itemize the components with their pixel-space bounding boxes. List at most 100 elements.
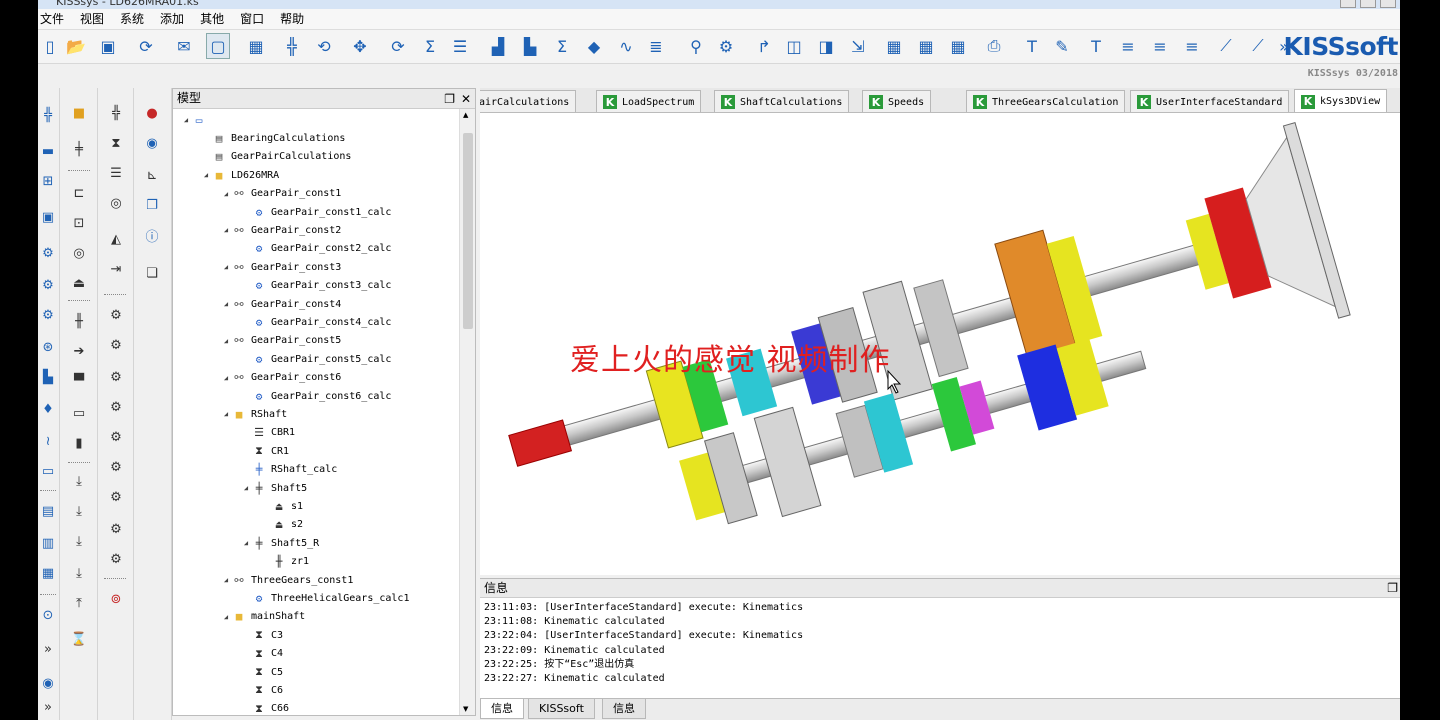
align-center-icon[interactable]: ≡ [1148, 33, 1172, 59]
tree-node[interactable]: ◢ ⚯ GearPair_const1 [221, 185, 341, 203]
tab-userinterfacestandard[interactable]: K UserInterfaceStandard [1130, 90, 1290, 112]
pen-icon[interactable]: ✎ [1050, 33, 1074, 59]
load-down-icon[interactable]: ⤓ [70, 472, 88, 490]
sigma-chart-icon[interactable]: Σ [550, 33, 574, 59]
shaft-add-icon[interactable]: ╬ [39, 106, 57, 124]
expand-arrow-icon[interactable]: ◢ [241, 539, 251, 547]
report-icon[interactable]: ☰ [448, 33, 472, 59]
folder-icon[interactable]: ■ [70, 104, 88, 122]
export-icon[interactable]: ⇥ [107, 260, 125, 278]
expand-arrow-icon[interactable]: ◢ [201, 171, 211, 179]
shaft-element-icon[interactable]: ╪ [70, 140, 88, 158]
info-tab[interactable]: 信息 [480, 699, 524, 719]
expand-arrow-icon[interactable]: ◢ [181, 116, 191, 124]
shaft-group-icon[interactable]: ╬ [107, 104, 125, 122]
load-down3-icon[interactable]: ⤓ [70, 532, 88, 550]
scroll-down-icon[interactable]: ▼ [463, 705, 468, 713]
graph2-icon[interactable]: ⟋ [1246, 33, 1270, 59]
rotate-icon[interactable]: ⟳ [386, 33, 410, 59]
info-tab[interactable]: 信息 [602, 699, 646, 719]
probe-icon[interactable]: ⚲ [684, 33, 708, 59]
menu-item[interactable]: 系统 [112, 9, 152, 30]
gear-four-icon[interactable]: ⚙ [107, 398, 125, 416]
gear-pair4-icon[interactable]: ⚙ [107, 488, 125, 506]
expand-arrow-icon[interactable]: ◢ [221, 374, 231, 382]
table2-icon[interactable]: ▦ [914, 33, 938, 59]
support-icon[interactable]: ⏏ [70, 274, 88, 292]
tree-node[interactable]: ⏏ s1 [271, 497, 303, 515]
graph-icon[interactable]: ⟋ [1214, 33, 1238, 59]
gear-three-icon[interactable]: ⚙ [107, 368, 125, 386]
tree-node[interactable]: ◢ ╪ Shaft5 [241, 479, 307, 497]
belt-icon[interactable]: ▭ [39, 462, 57, 480]
copy-icon[interactable]: ❐ [143, 196, 161, 214]
minimize-button[interactable] [1340, 0, 1356, 8]
tab-speeds[interactable]: K Speeds [862, 90, 932, 112]
refresh-icon[interactable]: ⟳ [134, 33, 158, 59]
align-left-icon[interactable]: ≡ [1116, 33, 1140, 59]
tree-node[interactable]: ╪ RShaft_calc [251, 461, 338, 479]
tree-node[interactable]: ◢ ⚯ GearPair_const5 [221, 332, 341, 350]
tree-node[interactable]: ◢ ⚯ GearPair_const6 [221, 369, 341, 387]
bolt-icon[interactable]: ♦ [39, 400, 57, 418]
coupling-icon[interactable]: ▬ [39, 142, 57, 160]
tree-node[interactable]: ▤ GearPairCalculations [211, 148, 352, 166]
gear-pair2-icon[interactable]: ⚙ [107, 336, 125, 354]
table-icon[interactable]: ▦ [882, 33, 906, 59]
tree-node[interactable]: ⚙ GearPair_const4_calc [251, 313, 392, 331]
tab-threegearscalculation[interactable]: K ThreeGearsCalculation [966, 90, 1126, 112]
plot-icon[interactable]: ⊾ [143, 166, 161, 184]
eye-icon[interactable]: ◉ [143, 134, 161, 152]
tree-node[interactable]: ◢ ⚯ GearPair_const4 [221, 295, 341, 313]
menu-item[interactable]: 视图 [72, 9, 112, 30]
tree-node[interactable]: ◢ ■ mainShaft [221, 608, 305, 626]
hourglass-icon[interactable]: ⧗ [107, 134, 125, 152]
tree-node[interactable]: ◢ ⚯ GearPair_const2 [221, 221, 341, 239]
open-icon[interactable]: 📂 [64, 33, 88, 59]
tree-node[interactable]: ◢ ■ LD626MRA [201, 166, 279, 184]
chart2-icon[interactable]: ▙ [518, 33, 542, 59]
gear-pair-icon[interactable]: ⚙ [107, 306, 125, 324]
tree-node[interactable]: ☰ CBR1 [251, 424, 295, 442]
grid-icon[interactable]: ▣ [39, 208, 57, 226]
copy2-icon[interactable]: ❏ [143, 264, 161, 282]
roller-bearing-icon[interactable]: ⊡ [70, 214, 88, 232]
menu-item[interactable]: 其他 [192, 9, 232, 30]
text-box-icon[interactable]: T [1020, 33, 1044, 59]
close-button[interactable] [1380, 0, 1396, 8]
tree-node[interactable]: ╫ zr1 [271, 553, 309, 571]
tree-node[interactable]: ⏏ s2 [271, 516, 303, 534]
tree-node[interactable]: ⚙ GearPair_const6_calc [251, 387, 392, 405]
list-icon[interactable]: ≣ [644, 33, 668, 59]
maximize-button[interactable] [1360, 0, 1376, 8]
tree-node[interactable]: ◢ ■ RShaft [221, 405, 287, 423]
float-panel-icon[interactable]: ❐ [1387, 579, 1398, 598]
bearing-icon[interactable]: ⊏ [70, 184, 88, 202]
gear-multi-icon[interactable]: ⚙ [107, 458, 125, 476]
new-icon[interactable]: ▯ [38, 33, 62, 59]
tree-node[interactable]: ⧗ CR1 [251, 442, 289, 460]
tree-node[interactable]: ◢ ╪ Shaft5_R [241, 534, 319, 552]
cube-icon[interactable]: ◫ [782, 33, 806, 59]
split-icon[interactable]: ╬ [280, 33, 304, 59]
save-icon[interactable]: ▣ [96, 33, 120, 59]
expand-arrow-icon[interactable]: ◢ [221, 613, 231, 621]
color-icon[interactable]: ◆ [582, 33, 606, 59]
tree-node[interactable]: ◢ ▭ [181, 111, 211, 129]
tab-ksys3dview[interactable]: KkSys3DView [1294, 89, 1388, 112]
bearing-stack-icon[interactable]: ☰ [107, 164, 125, 182]
tree-node[interactable]: ⚙ GearPair_const2_calc [251, 240, 392, 258]
calculator-icon[interactable]: ▦ [244, 33, 268, 59]
tab-aircalculations[interactable]: airCalculations [480, 90, 577, 112]
disc-icon[interactable]: ◎ [107, 194, 125, 212]
config-icon[interactable]: ⚙ [714, 33, 738, 59]
float-panel-icon[interactable]: ❐ [444, 90, 455, 109]
brake-icon[interactable]: ▥ [39, 534, 57, 552]
table3-icon[interactable]: ▦ [946, 33, 970, 59]
tree-node[interactable]: ⚙ ThreeHelicalGears_calc1 [251, 589, 410, 607]
sum-icon[interactable]: Σ [418, 33, 442, 59]
window-icon[interactable]: ▢ [206, 33, 230, 59]
tree-node[interactable]: ▤ BearingCalculations [211, 129, 346, 147]
load-down4-icon[interactable]: ⤓ [70, 564, 88, 582]
chart-icon[interactable]: ▟ [486, 33, 510, 59]
